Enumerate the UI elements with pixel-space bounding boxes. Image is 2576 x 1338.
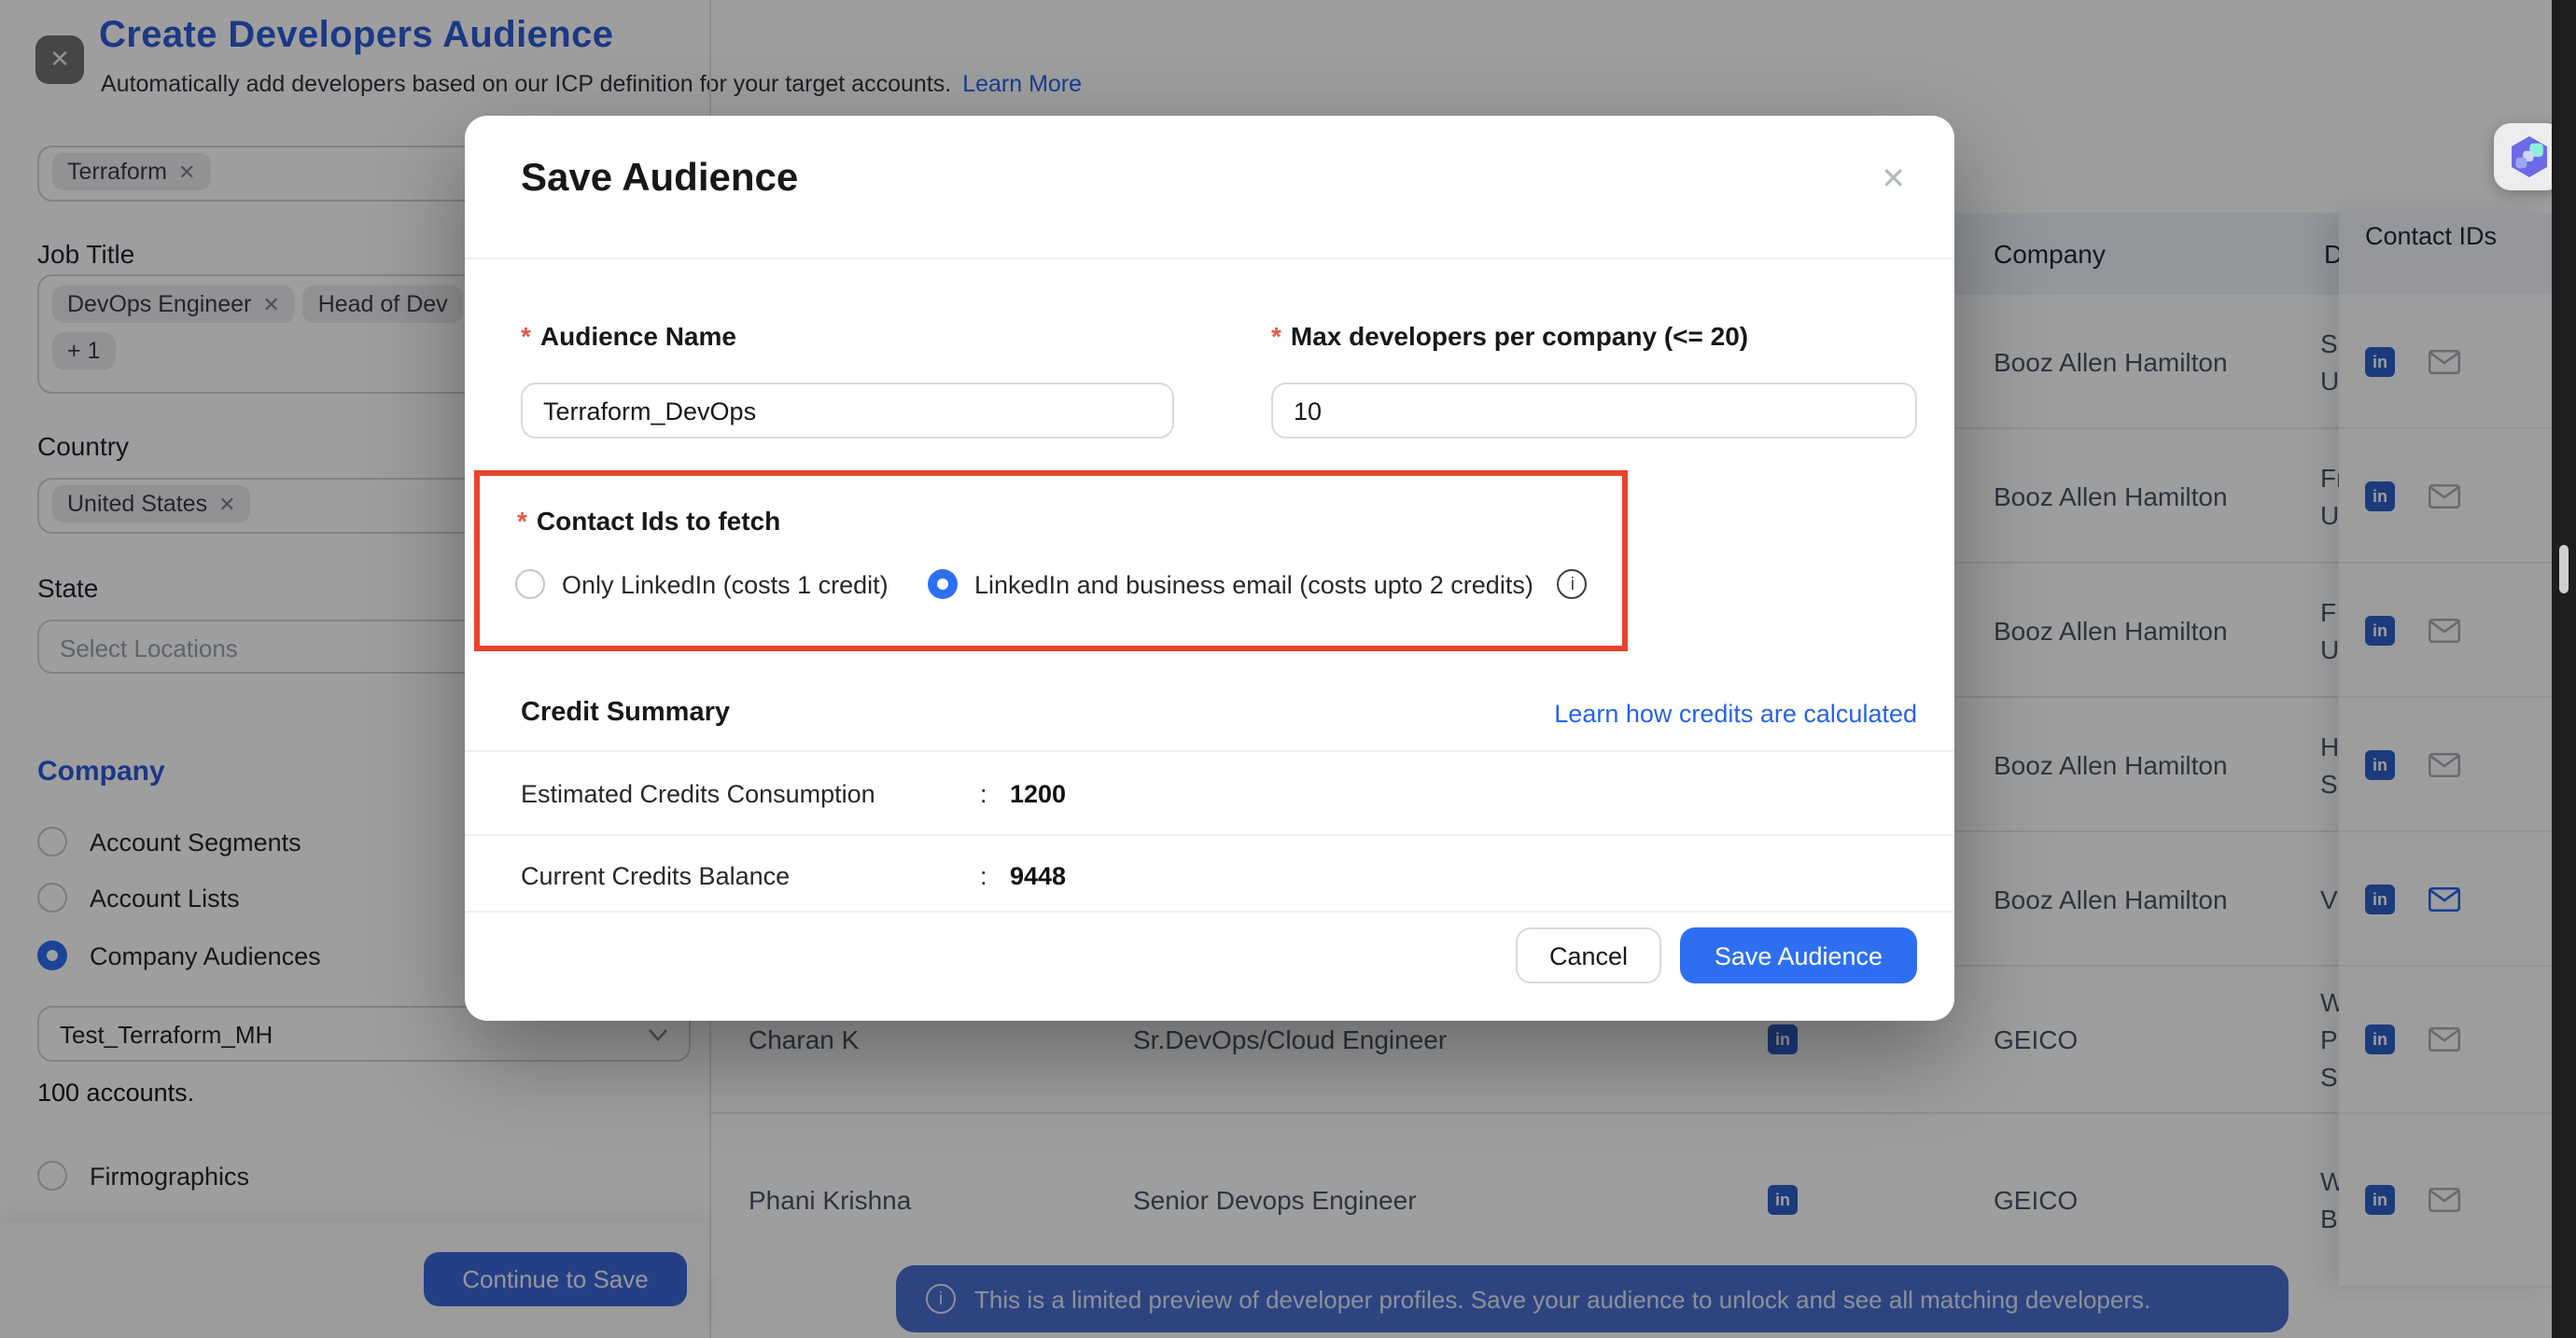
estimated-credits-label: Estimated Credits Consumption (521, 780, 875, 808)
save-audience-modal: Save Audience ✕ *Audience Name *Max deve… (465, 116, 1954, 1021)
app-window: ✕ Create Developers Audience Automatical… (0, 0, 2576, 1338)
audience-name-input[interactable] (521, 383, 1174, 439)
radio-icon[interactable] (515, 569, 545, 599)
brand-hexagon-icon (2506, 134, 2551, 179)
radio-linkedin-and-email[interactable]: LinkedIn and business email (costs upto … (928, 569, 1588, 599)
contact-ids-label: *Contact Ids to fetch (517, 506, 780, 536)
max-developers-input[interactable] (1271, 383, 1917, 439)
info-icon[interactable]: i (1558, 569, 1588, 599)
max-developers-label: *Max developers per company (<= 20) (1271, 321, 1748, 351)
save-audience-button[interactable]: Save Audience (1680, 927, 1917, 983)
credits-balance-label: Current Credits Balance (521, 862, 790, 890)
divider (465, 750, 1954, 752)
credits-balance-value: 9448 (1010, 862, 1066, 890)
estimated-credits-value: 1200 (1010, 780, 1066, 808)
modal-title: Save Audience (521, 157, 798, 202)
audience-name-label: *Audience Name (521, 321, 736, 351)
contact-ids-highlight-box: *Contact Ids to fetch Only LinkedIn (cos… (474, 470, 1628, 651)
divider (465, 911, 1954, 913)
scrollbar-thumb[interactable] (2559, 545, 2569, 593)
radio-only-linkedin[interactable]: Only LinkedIn (costs 1 credit) (515, 569, 889, 599)
divider (465, 834, 1954, 836)
divider (465, 258, 1954, 259)
credits-calculated-link[interactable]: Learn how credits are calculated (1554, 700, 1917, 728)
cancel-button[interactable]: Cancel (1516, 927, 1661, 983)
modal-close-icon[interactable]: ✕ (1881, 160, 1906, 198)
credit-summary-heading: Credit Summary (521, 698, 730, 728)
radio-icon-selected[interactable] (928, 569, 958, 599)
window-edge (2552, 0, 2576, 1338)
